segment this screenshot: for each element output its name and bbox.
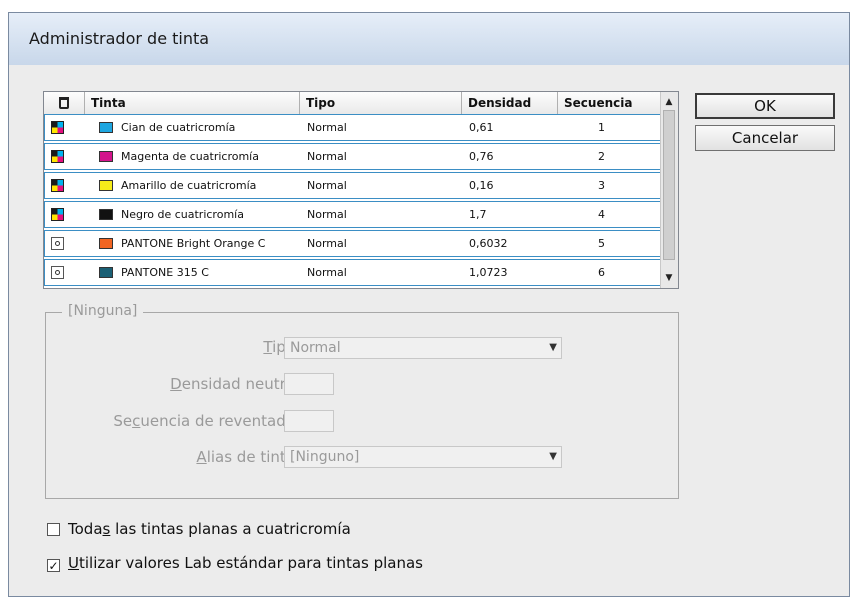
title-bar: Administrador de tinta <box>9 13 849 65</box>
process-ink-icon[interactable] <box>51 150 64 163</box>
lab-values-label: Utilizar valores Lab estándar para tinta… <box>68 554 423 572</box>
ink-type: Normal <box>307 150 347 163</box>
ink-name: Cian de cuatricromía <box>121 121 236 134</box>
spot-ink-icon[interactable] <box>51 237 64 250</box>
color-swatch-icon <box>99 267 113 278</box>
use-lab-values-option[interactable]: ✓ Utilizar valores Lab estándar para tint… <box>47 554 423 573</box>
alias-dropdown[interactable]: [Ninguno] ▼ <box>284 446 562 468</box>
color-swatch-icon <box>99 238 113 249</box>
ink-density: 0,61 <box>469 121 494 134</box>
ink-type: Normal <box>307 121 347 134</box>
ok-button[interactable]: OK <box>695 93 835 119</box>
all-spots-label: Todas las tintas planas a cuatricromía <box>68 520 351 538</box>
ink-type: Normal <box>307 179 347 192</box>
ink-sequence: 4 <box>598 208 605 221</box>
color-swatch-icon <box>99 151 113 162</box>
ink-manager-dialog: Administrador de tinta Tinta Tipo Densid… <box>8 12 850 597</box>
dialog-title: Administrador de tinta <box>29 29 210 48</box>
all-spots-to-process-option[interactable]: Todas las tintas planas a cuatricromía <box>47 520 351 538</box>
secuencia-input[interactable] <box>284 410 334 432</box>
spot-ink-icon[interactable] <box>51 266 64 279</box>
ink-name: PANTONE 315 C <box>121 266 209 279</box>
header-densidad[interactable]: Densidad <box>462 92 558 114</box>
ink-density: 1,7 <box>469 208 487 221</box>
ink-details-group: [Ninguna] Tipo: Normal ▼ Densidad neutra… <box>45 303 679 499</box>
ink-sequence: 2 <box>598 150 605 163</box>
process-ink-icon[interactable] <box>51 121 64 134</box>
ink-density: 0,76 <box>469 150 494 163</box>
cancel-button[interactable]: Cancelar <box>695 125 835 151</box>
color-swatch-icon <box>99 209 113 220</box>
densidad-label: Densidad neutra: <box>170 375 300 393</box>
ink-type: Normal <box>307 208 347 221</box>
header-secuencia[interactable]: Secuencia <box>558 92 662 114</box>
ink-type: Normal <box>307 237 347 250</box>
process-ink-icon[interactable] <box>51 208 64 221</box>
ink-density: 0,6032 <box>469 237 508 250</box>
ink-row[interactable]: PANTONE Bright Orange C Normal 0,6032 5 <box>44 230 662 257</box>
secuencia-label: Secuencia de reventado: <box>113 412 300 430</box>
tipo-dropdown[interactable]: Normal ▼ <box>284 337 562 359</box>
color-swatch-icon <box>99 122 113 133</box>
process-ink-icon[interactable] <box>51 179 64 192</box>
ink-row[interactable]: PANTONE 315 C Normal 1,0723 6 <box>44 259 662 286</box>
ink-name: Magenta de cuatricromía <box>121 150 259 163</box>
ink-sequence: 5 <box>598 237 605 250</box>
table-scrollbar[interactable]: ▲ ▼ <box>660 92 678 288</box>
ink-rows: Cian de cuatricromía Normal 0,61 1 Magenta d… <box>44 114 662 288</box>
scroll-up-icon[interactable]: ▲ <box>661 94 677 110</box>
table-header: Tinta Tipo Densidad Secuencia <box>44 92 678 115</box>
ink-row[interactable]: Magenta de cuatricromía Normal 0,76 2 <box>44 143 662 170</box>
chevron-down-icon: ▼ <box>549 451 557 462</box>
ink-sequence: 1 <box>598 121 605 134</box>
ink-row[interactable]: Amarillo de cuatricromía Normal 0,16 3 <box>44 172 662 199</box>
ink-type-header[interactable] <box>44 92 85 114</box>
chevron-down-icon: ▼ <box>549 342 557 353</box>
scroll-thumb[interactable] <box>663 110 675 260</box>
ink-sequence: 6 <box>598 266 605 279</box>
group-title: [Ninguna] <box>62 303 144 319</box>
ink-bucket-icon <box>59 97 69 109</box>
densidad-input[interactable] <box>284 373 334 395</box>
ink-density: 1,0723 <box>469 266 508 279</box>
ink-sequence: 3 <box>598 179 605 192</box>
header-tipo[interactable]: Tipo <box>300 92 462 114</box>
header-tinta[interactable]: Tinta <box>85 92 300 114</box>
all-spots-checkbox[interactable] <box>47 523 60 536</box>
lab-values-checkbox[interactable]: ✓ <box>47 559 60 573</box>
ink-density: 0,16 <box>469 179 494 192</box>
dialog-content: Tinta Tipo Densidad Secuencia Cian de cu… <box>9 65 849 596</box>
ink-row[interactable]: Cian de cuatricromía Normal 0,61 1 <box>44 114 662 141</box>
ink-name: Negro de cuatricromía <box>121 208 244 221</box>
scroll-down-icon[interactable]: ▼ <box>661 270 677 286</box>
color-swatch-icon <box>99 180 113 191</box>
ink-name: Amarillo de cuatricromía <box>121 179 257 192</box>
ink-row[interactable]: Negro de cuatricromía Normal 1,7 4 <box>44 201 662 228</box>
ink-table: Tinta Tipo Densidad Secuencia Cian de cu… <box>43 91 679 289</box>
ink-type: Normal <box>307 266 347 279</box>
ink-name: PANTONE Bright Orange C <box>121 237 266 250</box>
